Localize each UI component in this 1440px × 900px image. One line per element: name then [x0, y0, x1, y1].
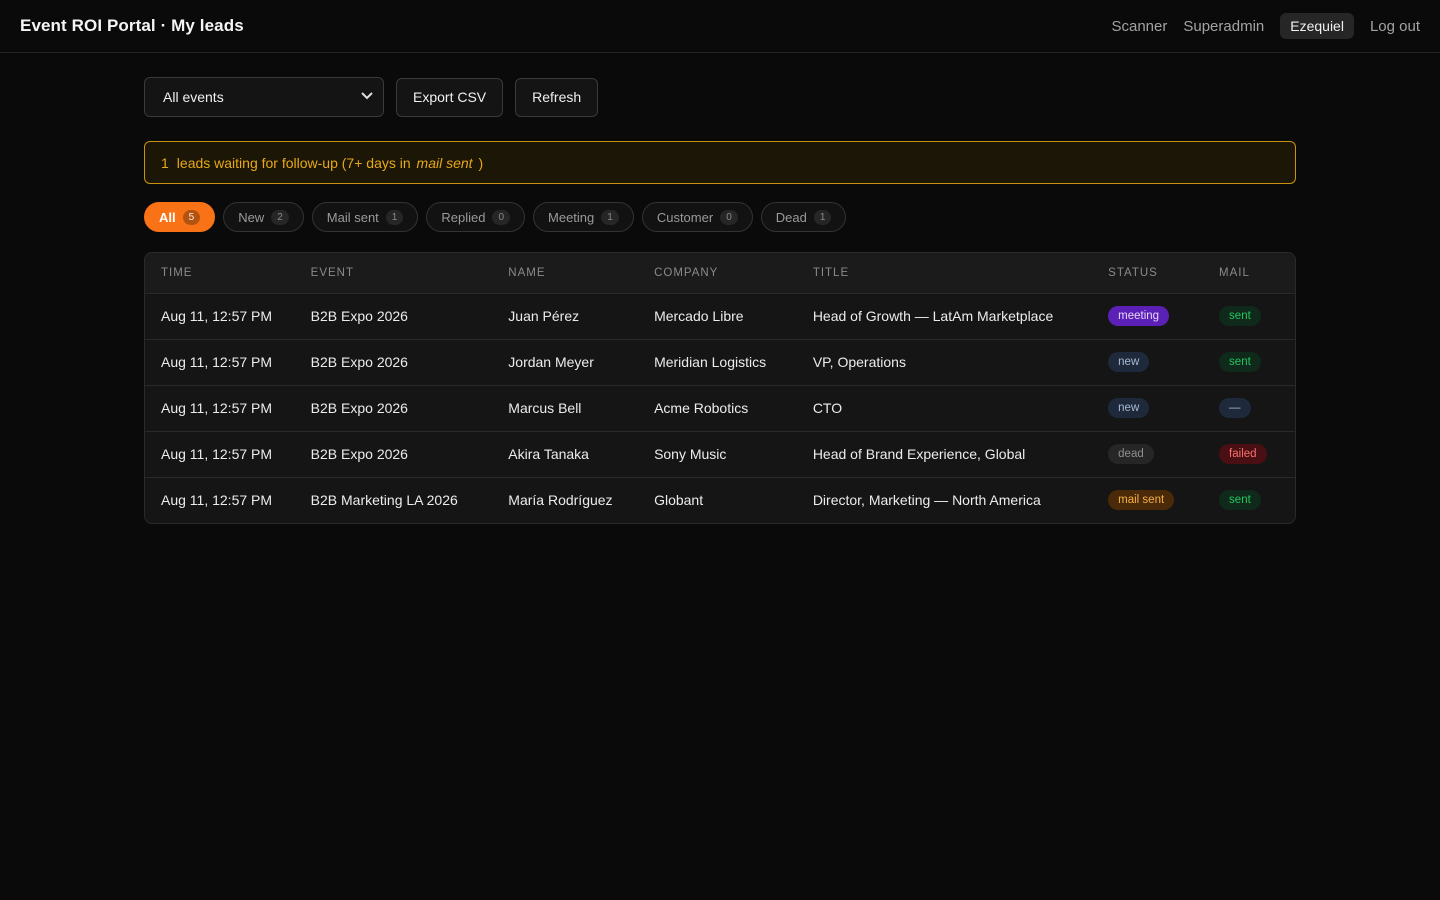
nav-scanner-link[interactable]: Scanner — [1111, 18, 1167, 35]
cell-title: Director, Marketing — North America — [812, 492, 1041, 509]
col-header-company[interactable]: COMPANY — [638, 253, 797, 294]
cell-company: Acme Robotics — [638, 385, 797, 432]
cell-event: B2B Expo 2026 — [294, 431, 493, 478]
banner-count: 1 — [161, 154, 169, 171]
col-header-event[interactable]: EVENT — [294, 253, 493, 294]
user-badge[interactable]: Ezequiel — [1280, 13, 1354, 39]
top-nav: Scanner Superadmin Ezequiel Log out — [1111, 13, 1420, 39]
status-filter-bar: All 5 New 2 Mail sent 1 Replied 0 Meetin… — [144, 202, 1296, 232]
cell-time: Aug 11, 12:57 PM — [145, 385, 295, 432]
nav-superadmin-link[interactable]: Superadmin — [1183, 18, 1264, 35]
table-row[interactable]: Aug 11, 12:57 PM B2B Expo 2026 Jordan Me… — [145, 339, 1295, 386]
filter-count: 1 — [601, 209, 619, 225]
status-badge: dead — [1108, 444, 1154, 464]
filter-count: 1 — [385, 209, 404, 225]
cell-event: B2B Marketing LA 2026 — [310, 492, 458, 509]
cell-name: Marcus Bell — [492, 385, 639, 432]
status-badge: new — [1108, 352, 1150, 372]
col-header-title[interactable]: TITLE — [796, 253, 1093, 294]
refresh-button[interactable]: Refresh — [515, 77, 599, 117]
filter-count: 1 — [813, 209, 832, 225]
banner-status: mail sent — [416, 154, 473, 171]
chevron-down-icon — [361, 91, 373, 103]
cell-time: Aug 11, 12:57 PM — [145, 293, 295, 340]
filter-chip-meeting[interactable]: Meeting 1 — [533, 202, 634, 232]
cell-status: new — [1092, 339, 1204, 386]
cell-mail: sent — [1203, 293, 1295, 340]
mail-badge: sent — [1219, 352, 1261, 372]
cell-mail: — — [1203, 385, 1295, 432]
leads-table: TIME EVENT NAME COMPANY TITLE STATUS MAI… — [144, 252, 1296, 524]
cell-mail: failed — [1203, 431, 1295, 478]
top-bar: Event ROI Portal · My leads Scanner Supe… — [0, 0, 1440, 53]
col-header-status[interactable]: STATUS — [1092, 253, 1204, 294]
filter-chip-dead[interactable]: Dead 1 — [760, 202, 847, 232]
cell-title: VP, Operations — [796, 339, 1093, 386]
table-row[interactable]: Aug 11, 12:57 PM B2B Expo 2026 Juan Pére… — [145, 293, 1295, 340]
status-badge: mail sent — [1108, 490, 1175, 511]
filter-chip-all[interactable]: All 5 — [144, 202, 216, 232]
logout-link[interactable]: Log out — [1370, 18, 1420, 35]
cell-title: Head of Growth — LatAm Marketplace — [796, 293, 1093, 340]
table-row[interactable]: Aug 11, 12:57 PM B2B Expo 2026 Marcus Be… — [145, 385, 1295, 432]
filter-chip-replied[interactable]: Replied 0 — [426, 202, 526, 232]
cell-time: Aug 11, 12:57 PM — [161, 492, 273, 509]
col-header-name[interactable]: NAME — [492, 253, 639, 294]
table-row[interactable]: Aug 11, 12:57 PM B2B Expo 2026 Akira Tan… — [145, 431, 1295, 478]
filter-chip-customer[interactable]: Customer 0 — [641, 202, 753, 232]
cell-time: Aug 11, 12:57 PM — [145, 431, 295, 478]
cell-mail: sent — [1203, 477, 1295, 523]
mail-badge: sent — [1219, 306, 1261, 326]
cell-status: dead — [1092, 431, 1204, 478]
cell-name: Juan Pérez — [492, 293, 639, 340]
cell-mail: sent — [1203, 339, 1295, 386]
table-header-row: TIME EVENT NAME COMPANY TITLE STATUS MAI… — [145, 253, 1295, 294]
mail-badge: failed — [1219, 444, 1267, 464]
filter-count: 2 — [271, 209, 289, 225]
mail-badge: — — [1219, 398, 1251, 418]
filter-count: 0 — [492, 209, 511, 225]
cell-time: Aug 11, 12:57 PM — [145, 339, 295, 386]
filter-chip-new[interactable]: New 2 — [223, 202, 304, 232]
cell-event: B2B Expo 2026 — [294, 385, 493, 432]
cell-status: meeting — [1092, 293, 1204, 340]
cell-event: B2B Expo 2026 — [294, 293, 493, 340]
toolbar: All events Export CSV Refresh — [144, 77, 1296, 117]
filter-chip-mail-sent[interactable]: Mail sent 1 — [311, 202, 419, 232]
event-select[interactable]: All events — [144, 77, 384, 117]
table-row[interactable]: Aug 11, 12:57 PM B2B Marketing LA 2026 M… — [145, 477, 1295, 523]
cell-company: Globant — [654, 492, 704, 509]
export-csv-button[interactable]: Export CSV — [396, 77, 504, 117]
cell-company: Sony Music — [638, 431, 797, 478]
cell-status: new — [1092, 385, 1204, 432]
main-content: All events Export CSV Refresh 1 leads wa… — [144, 77, 1296, 524]
cell-company: Mercado Libre — [638, 293, 797, 340]
page-title: Event ROI Portal · My leads — [20, 16, 244, 35]
cell-event: B2B Expo 2026 — [294, 339, 493, 386]
cell-name: María Rodríguez — [508, 492, 613, 509]
status-badge: meeting — [1108, 306, 1170, 326]
col-header-time[interactable]: TIME — [145, 253, 295, 294]
cell-status: mail sent — [1092, 477, 1203, 523]
filter-count: 0 — [720, 209, 738, 225]
banner-text: leads waiting for follow-up (7+ days in … — [176, 154, 484, 171]
cell-title: Head of Brand Experience, Global — [796, 431, 1093, 478]
status-badge: new — [1108, 398, 1150, 418]
cell-title: CTO — [796, 385, 1093, 432]
cell-company: Meridian Logistics — [638, 339, 797, 386]
follow-up-banner: 1 leads waiting for follow-up (7+ days i… — [144, 141, 1296, 184]
cell-name: Akira Tanaka — [492, 431, 639, 478]
cell-name: Jordan Meyer — [492, 339, 639, 386]
col-header-mail[interactable]: MAIL — [1203, 253, 1295, 294]
mail-badge: sent — [1219, 490, 1261, 511]
filter-count: 5 — [182, 209, 201, 225]
event-select-value: All events — [163, 89, 224, 105]
